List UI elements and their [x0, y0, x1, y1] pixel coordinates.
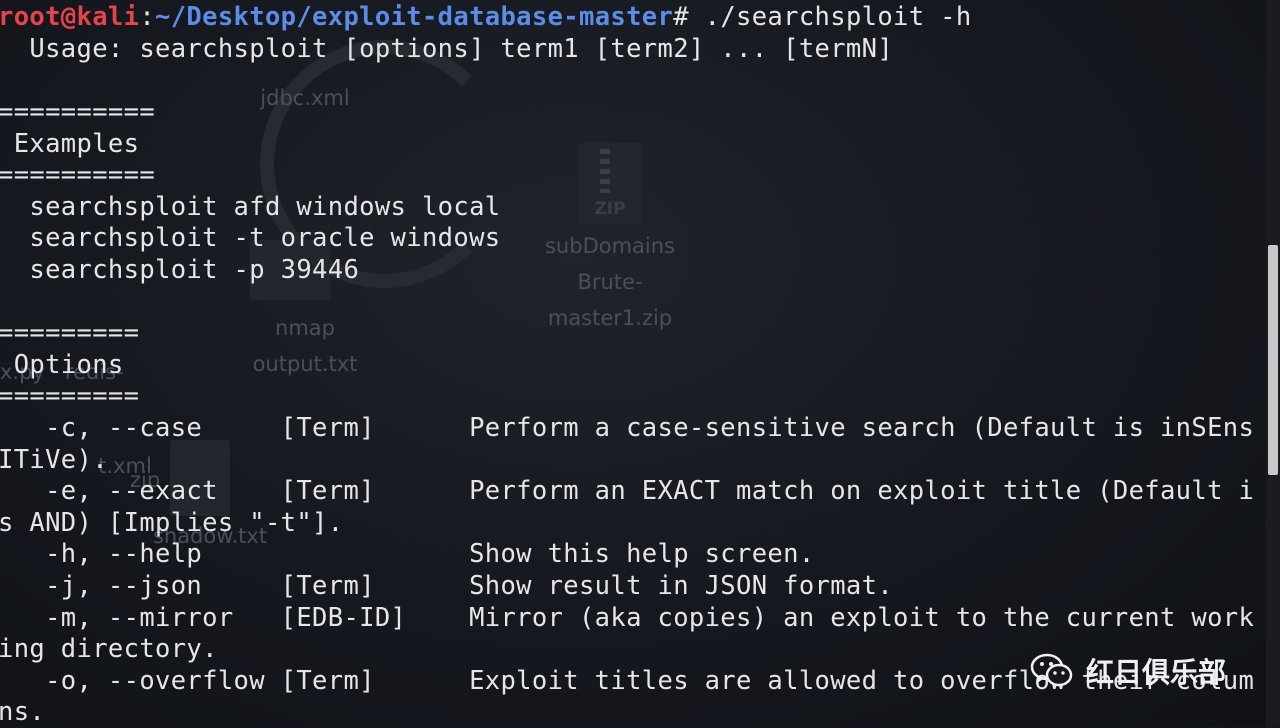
separator-line: ==========	[0, 97, 156, 127]
option-line-wrap: ITiVe).	[0, 445, 108, 475]
section-heading-examples: Examples	[0, 129, 140, 159]
prompt-path: ~/Desktop/exploit-database-master	[155, 2, 674, 32]
option-line: -h, --help Show this help screen.	[0, 539, 815, 569]
separator-line: =========	[0, 318, 140, 348]
prompt-user: root@kali	[0, 2, 140, 32]
example-line: searchsploit afd windows local	[0, 192, 501, 222]
usage-line: Usage: searchsploit [options] term1 [ter…	[0, 34, 894, 64]
vertical-scrollbar[interactable]	[1266, 0, 1280, 727]
option-line-wrap: ns.	[0, 697, 46, 727]
prompt-line: root@kali:~/Desktop/exploit-database-mas…	[0, 1, 972, 33]
watermark: 红日俱乐部	[1030, 650, 1226, 692]
prompt-symbol: #	[673, 2, 705, 32]
prompt-separator: :	[139, 2, 156, 32]
terminal-output[interactable]: root@kali:~/Desktop/exploit-database-mas…	[0, 0, 1262, 727]
example-line: searchsploit -t oracle windows	[0, 223, 501, 253]
option-line-wrap: s AND) [Implies "-t"].	[0, 508, 344, 538]
wechat-icon	[1030, 653, 1073, 687]
option-line: -c, --case [Term] Perform a case-sensiti…	[0, 413, 1255, 443]
scrollbar-thumb[interactable]	[1268, 245, 1278, 475]
option-line: -j, --json [Term] Show result in JSON fo…	[0, 571, 894, 601]
option-line: -m, --mirror [EDB-ID] Mirror (aka copies…	[0, 603, 1255, 633]
section-heading-options: Options	[0, 350, 124, 380]
watermark-text: 红日俱乐部	[1086, 656, 1227, 689]
separator-line: =========	[0, 381, 140, 411]
prompt-command: ./searchsploit -h	[704, 2, 972, 32]
example-line: searchsploit -p 39446	[0, 255, 360, 285]
separator-line: ==========	[0, 160, 156, 190]
option-line-wrap: ing directory.	[0, 634, 218, 664]
option-line: -e, --exact [Term] Perform an EXACT matc…	[0, 476, 1255, 506]
